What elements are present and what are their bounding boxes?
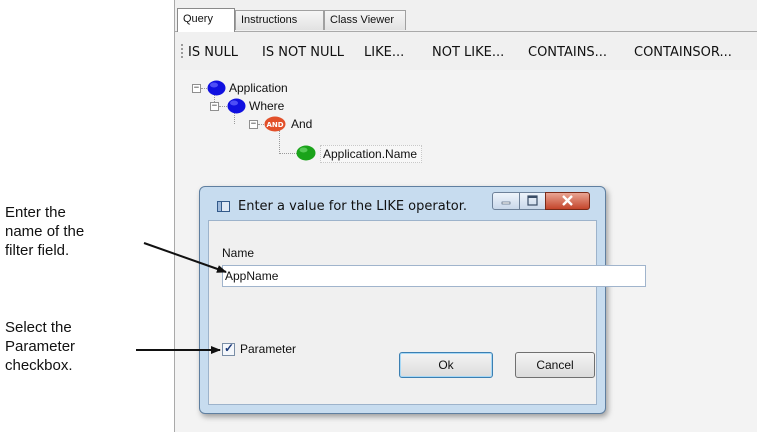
green-circle-icon: [296, 145, 316, 161]
tree-node-application[interactable]: Application: [207, 79, 327, 97]
maximize-icon: [527, 195, 538, 206]
dialog-title: Enter a value for the LIKE operator.: [238, 199, 468, 214]
parameter-label[interactable]: Parameter: [240, 342, 296, 357]
collapse-toggle-icon[interactable]: −: [210, 102, 219, 111]
tree-node-label: Application.Name: [320, 145, 423, 163]
name-field[interactable]: [222, 265, 646, 287]
tree-connector: [279, 130, 280, 154]
toolbar-grip-icon[interactable]: [181, 44, 183, 60]
like-operator-dialog: Enter a value for the LIKE operator. Nam…: [199, 186, 646, 414]
query-panel: Query Instructions Class Viewer IS NULL …: [174, 0, 757, 432]
cancel-button[interactable]: Cancel: [515, 352, 595, 378]
annotation-line: Enter the: [5, 204, 66, 221]
tab-class-viewer[interactable]: Class Viewer: [324, 10, 406, 30]
close-icon: [562, 195, 573, 206]
checkmark-icon: ✓: [224, 341, 235, 355]
maximize-button[interactable]: [519, 192, 546, 210]
minimize-button[interactable]: [492, 192, 520, 210]
tab-strip: Query Instructions Class Viewer: [175, 0, 757, 32]
op-not-like-button[interactable]: NOT LIKE...: [432, 45, 504, 61]
tree-node-label: Where: [249, 99, 285, 113]
window-icon: [217, 201, 230, 212]
tree-node-application-name[interactable]: Application.Name: [296, 144, 456, 163]
minimize-icon: [501, 201, 511, 205]
collapse-toggle-icon[interactable]: −: [249, 120, 258, 129]
query-tree: − Application − Where − AND And Applicat…: [175, 70, 757, 180]
dialog-titlebar[interactable]: Enter a value for the LIKE operator.: [200, 187, 605, 219]
annotation-select-checkbox: Select the Parameter checkbox.: [5, 318, 75, 375]
op-is-not-null-button[interactable]: IS NOT NULL: [262, 45, 344, 61]
tree-node-label: And: [291, 117, 313, 131]
close-button[interactable]: [545, 192, 590, 210]
ok-button[interactable]: Ok: [399, 352, 493, 378]
and-operator-icon: AND: [264, 116, 286, 132]
op-like-button[interactable]: LIKE...: [364, 45, 404, 61]
svg-text:AND: AND: [266, 121, 283, 129]
name-label: Name: [222, 246, 255, 260]
parameter-checkbox[interactable]: ✓: [222, 341, 235, 356]
annotation-enter-name: Enter the name of the filter field.: [5, 203, 84, 260]
annotation-line: checkbox.: [5, 357, 73, 374]
op-is-null-button[interactable]: IS NULL: [188, 45, 238, 61]
op-containsor-button[interactable]: CONTAINSOR...: [634, 45, 732, 61]
dialog-body: Name ✓ Parameter Ok Cancel: [208, 220, 646, 405]
annotation-line: filter field.: [5, 242, 70, 259]
blue-circle-icon: [227, 98, 246, 114]
tab-instructions[interactable]: Instructions: [235, 10, 324, 30]
tree-node-and[interactable]: AND And: [264, 115, 344, 133]
tree-node-where[interactable]: Where: [227, 97, 317, 115]
blue-circle-icon: [207, 80, 226, 96]
operator-toolbar: IS NULL IS NOT NULL LIKE... NOT LIKE... …: [175, 32, 757, 70]
tab-query[interactable]: Query: [177, 8, 235, 32]
tree-node-label: Application: [229, 81, 288, 95]
tree-connector: [219, 106, 227, 107]
annotation-line: name of the: [5, 223, 85, 240]
op-contains-button[interactable]: CONTAINS...: [528, 45, 607, 61]
annotation-line: Parameter: [5, 338, 76, 355]
collapse-toggle-icon[interactable]: −: [192, 84, 201, 93]
annotation-line: Select the: [5, 319, 72, 336]
tree-connector: [279, 153, 297, 154]
